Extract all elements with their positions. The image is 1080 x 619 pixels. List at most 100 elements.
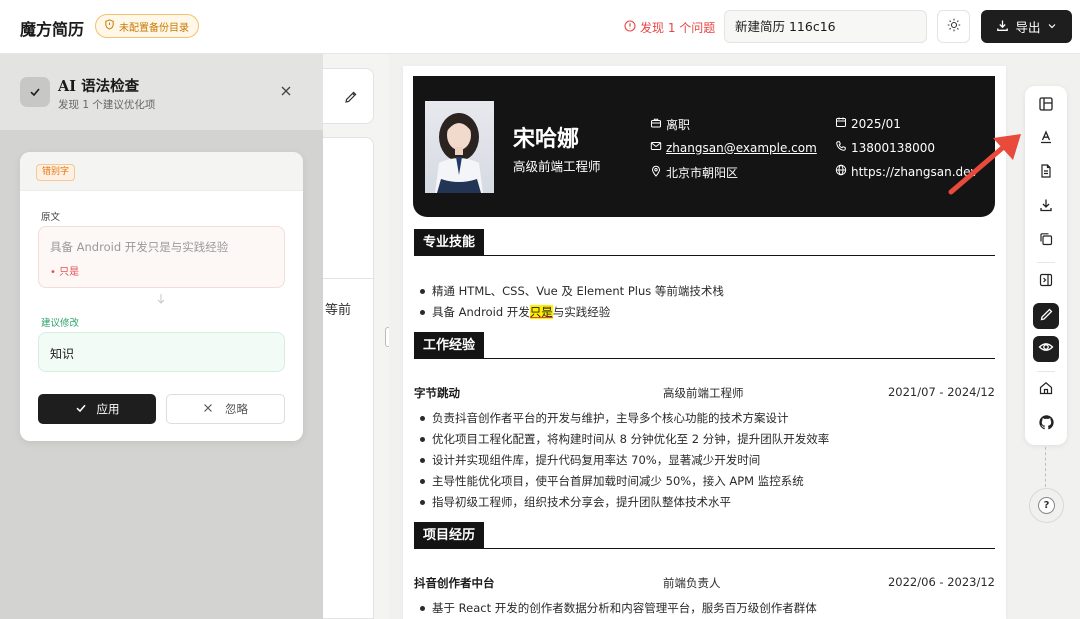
home-icon	[1038, 380, 1054, 400]
original-text: 具备 Android 开发只是与实践经验	[50, 240, 229, 254]
github-button[interactable]	[1033, 411, 1059, 437]
resume-name: 宋哈娜	[513, 127, 580, 152]
location-info: 北京市朝阳区	[650, 164, 738, 181]
email-info[interactable]: zhangsan@example.com	[650, 140, 817, 155]
ignore-button[interactable]: 忽略	[166, 394, 285, 424]
original-word: • 只是	[50, 267, 80, 278]
download-icon	[1038, 197, 1054, 217]
project-bullet: 基于 React 开发的创作者数据分析和内容管理平台，服务百万级创作者群体	[420, 601, 817, 615]
work-role: 高级前端工程师	[663, 386, 744, 400]
section-divider	[414, 358, 995, 359]
close-button[interactable]	[280, 82, 292, 101]
divider	[323, 278, 374, 279]
backup-warning-badge[interactable]: 未配置备份目录	[95, 14, 199, 38]
section-title-project: 项目经历	[414, 522, 485, 549]
app-title: 魔方简历	[20, 20, 85, 39]
document-button[interactable]	[1033, 160, 1059, 186]
apply-button[interactable]: 应用	[38, 394, 156, 424]
section-title-work: 工作经验	[414, 332, 485, 359]
project-role: 前端负责人	[663, 576, 721, 590]
copy-button[interactable]	[1033, 228, 1059, 254]
location-text: 北京市朝阳区	[666, 166, 739, 180]
work-bullet: 指导初级工程师，组织技术分享会，提升团队整体技术水平	[420, 495, 731, 509]
email-text[interactable]: zhangsan@example.com	[666, 141, 817, 155]
suggestion-card-header: 错别字	[20, 152, 303, 191]
eye-icon	[1038, 339, 1054, 359]
date-info: 2025/01	[835, 116, 901, 131]
status-info: 离职	[650, 116, 690, 133]
project-name: 抖音创作者中台	[414, 576, 495, 590]
section-divider	[414, 548, 995, 549]
mail-icon	[650, 140, 662, 155]
work-period: 2021/07 - 2024/12	[887, 385, 995, 399]
home-button[interactable]	[1033, 377, 1059, 403]
suggestion-card: 错别字 原文 具备 Android 开发只是与实践经验 • 只是 建议修改 知识…	[20, 152, 303, 441]
panel-toggle-icon	[1038, 272, 1054, 292]
panel-toggle-button[interactable]	[1033, 269, 1059, 295]
work-bullet: 负责抖音创作者平台的开发与维护，主导多个核心功能的技术方案设计	[420, 411, 789, 425]
annotation-arrow-icon	[945, 130, 1025, 204]
suggestion-text-box: 知识	[38, 332, 285, 372]
help-button[interactable]: ?	[1029, 488, 1064, 523]
close-icon	[280, 82, 292, 101]
layout-icon	[1038, 96, 1054, 116]
highlighted-error[interactable]: 只是	[529, 305, 553, 319]
backup-badge-label: 未配置备份目录	[119, 22, 189, 34]
github-icon	[1038, 414, 1055, 435]
resume-name-input[interactable]: 新建简历 116c16	[724, 10, 927, 43]
check-icon	[20, 77, 50, 107]
copy-icon	[1038, 231, 1054, 251]
original-label: 原文	[41, 212, 61, 223]
dashed-connector	[1045, 447, 1046, 487]
ignore-label: 忽略	[225, 402, 248, 416]
briefcase-icon	[650, 117, 662, 132]
download-icon	[996, 19, 1009, 35]
issue-label: 发现 1 个问题	[640, 21, 716, 35]
section-title-skills: 专业技能	[414, 229, 485, 256]
edit-button[interactable]	[344, 89, 358, 108]
project-period: 2022/06 - 2023/12	[887, 575, 995, 589]
right-toolbar	[1025, 86, 1067, 445]
work-bullet: 主导性能优化项目，使平台首屏加载时间减少 50%，接入 APM 监控系统	[420, 474, 804, 488]
work-bullet: 优化项目工程化配置，将构建时间从 8 分钟优化至 2 分钟，提升团队开发效率	[419, 432, 830, 446]
issue-indicator[interactable]: 发现 1 个问题	[624, 19, 715, 36]
font-button[interactable]	[1033, 126, 1059, 152]
chevron-down-icon	[1047, 19, 1057, 34]
skill-item: 精通 HTML、CSS、Vue 及 Element Plus 等前端技术栈	[420, 284, 724, 298]
sun-icon	[947, 17, 961, 36]
close-icon	[203, 402, 213, 416]
warning-circle-icon	[624, 20, 636, 35]
toolbar-divider	[1037, 262, 1055, 263]
typo-tag: 错别字	[36, 164, 76, 181]
calendar-icon	[835, 116, 847, 131]
top-bar: 魔方简历 未配置备份目录 发现 1 个问题 新建简历 116c16 导出	[0, 0, 1080, 54]
status-text: 离职	[666, 118, 691, 132]
font-icon	[1038, 129, 1054, 149]
theme-toggle-button[interactable]	[937, 10, 970, 43]
help-icon: ?	[1038, 497, 1055, 514]
toolbar-divider	[1037, 371, 1055, 372]
original-text-box: 具备 Android 开发只是与实践经验 • 只是	[38, 226, 285, 288]
date-text: 2025/01	[851, 116, 901, 131]
location-pin-icon	[650, 165, 662, 180]
profile-photo	[425, 101, 494, 193]
preview-mode-button[interactable]	[1033, 336, 1059, 362]
resume-job-title: 高级前端工程师	[513, 159, 601, 174]
download-button[interactable]	[1033, 194, 1059, 220]
suggestion-text: 知识	[50, 347, 75, 361]
shield-icon	[104, 19, 115, 33]
layout-button[interactable]	[1033, 93, 1059, 119]
work-bullet: 设计并实现组件库，提升代码复用率达 70%，显著减少开发时间	[419, 453, 761, 467]
phone-info: 13800138000	[835, 140, 935, 155]
pencil-icon	[344, 89, 358, 108]
skill-item: 具备 Android 开发只是与实践经验	[419, 305, 611, 319]
phone-text: 13800138000	[851, 140, 935, 155]
globe-icon	[835, 164, 847, 179]
pen-icon	[1039, 307, 1054, 326]
edit-mode-button[interactable]	[1033, 303, 1059, 329]
export-button[interactable]: 导出	[981, 10, 1072, 43]
phone-icon	[835, 140, 847, 155]
editor-card	[320, 137, 374, 619]
suggestion-label: 建议修改	[41, 318, 80, 329]
checker-title: AI 语法检查	[58, 78, 140, 95]
